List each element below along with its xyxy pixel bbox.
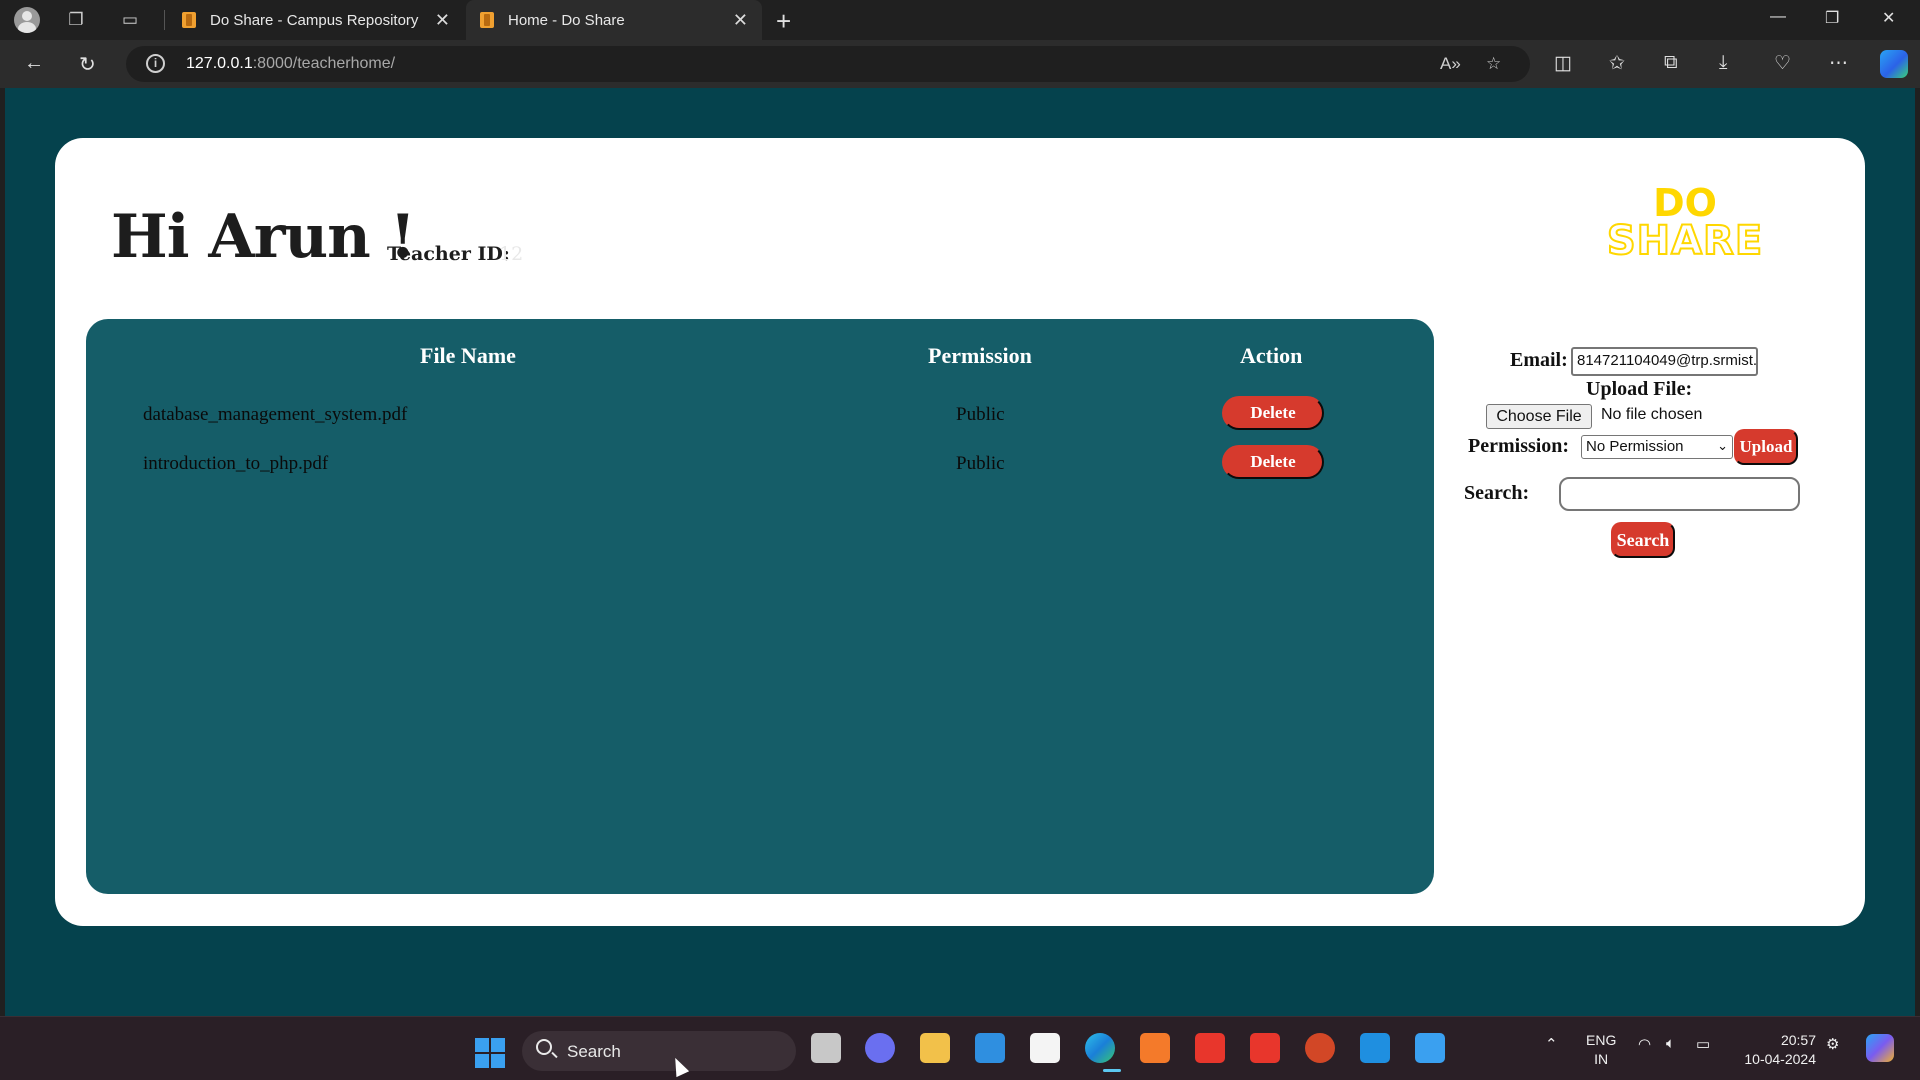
search-icon — [536, 1039, 552, 1055]
url-text[interactable]: 127.0.0.1:8000/teacherhome/ — [186, 55, 395, 73]
search-label: Search: — [1464, 482, 1530, 504]
task-view-icon[interactable] — [811, 1033, 841, 1063]
microsoft-store-icon[interactable] — [1030, 1033, 1060, 1063]
copilot-taskbar-icon[interactable] — [1866, 1034, 1894, 1062]
browser-essentials-icon[interactable]: ♡ — [1774, 52, 1791, 75]
page-title: Hi Arun ! — [111, 202, 416, 272]
collections-icon[interactable]: ⧉ — [1664, 52, 1678, 74]
split-screen-icon[interactable]: ◫ — [1554, 52, 1572, 75]
paint-icon[interactable] — [1415, 1033, 1445, 1063]
permission-cell: Public — [956, 453, 1005, 474]
restore-icon[interactable]: ❐ — [1825, 8, 1839, 28]
file-name-cell: database_management_system.pdf — [143, 404, 408, 425]
main-card: Hi Arun ! Teacher ID: 12 DO SHARE File N… — [55, 138, 1865, 926]
copilot-icon[interactable] — [1880, 50, 1908, 78]
xampp-icon[interactable] — [1140, 1033, 1170, 1063]
email-field[interactable]: 814721104049@trp.srmist.edu.in — [1571, 347, 1758, 376]
language-code: ENG — [1586, 1032, 1617, 1048]
site-favicon-icon — [480, 12, 494, 28]
upload-button[interactable]: Upload — [1734, 429, 1798, 465]
permission-cell: Public — [956, 404, 1005, 425]
mail-icon[interactable] — [975, 1033, 1005, 1063]
tab-do-share-campus-repository[interactable]: Do Share - Campus Repository ✕ — [168, 0, 464, 40]
teacher-id-label: Teacher ID: — [387, 243, 510, 265]
file-name-cell: introduction_to_php.pdf — [143, 453, 329, 474]
active-app-indicator — [1103, 1069, 1121, 1072]
taskbar-search-box[interactable]: Search — [522, 1031, 796, 1071]
close-tab-icon[interactable]: ✕ — [435, 10, 450, 31]
edge-browser-icon[interactable] — [1085, 1033, 1115, 1063]
permission-label: Permission: — [1468, 435, 1570, 457]
upload-file-label: Upload File: — [1586, 378, 1693, 400]
refresh-icon[interactable]: ↻ — [79, 52, 96, 77]
close-tab-icon[interactable]: ✕ — [733, 10, 748, 31]
read-aloud-icon[interactable]: A» — [1440, 54, 1461, 74]
minimize-icon[interactable]: — — [1770, 8, 1786, 26]
choose-file-button[interactable]: Choose File — [1486, 404, 1592, 429]
volume-icon[interactable]: 🔈︎ — [1666, 1035, 1675, 1052]
close-window-icon[interactable]: ✕ — [1882, 8, 1895, 28]
back-arrow-icon[interactable]: ← — [24, 52, 44, 75]
tab-separator — [164, 10, 165, 30]
system-clock[interactable]: 20:57 10-04-2024 — [1736, 1031, 1816, 1069]
email-label: Email: — [1510, 349, 1568, 371]
do-share-logo: DO SHARE — [1605, 181, 1765, 264]
logo-share: SHARE — [1606, 218, 1764, 264]
search-input[interactable] — [1559, 477, 1800, 511]
start-windows-icon[interactable] — [475, 1038, 505, 1068]
wifi-icon[interactable]: ◠ — [1638, 1035, 1651, 1053]
teacher-id-value: 12 — [499, 243, 524, 265]
chevron-down-icon: ⌄ — [1717, 438, 1728, 453]
tab-home-do-share[interactable]: Home - Do Share ✕ — [466, 0, 762, 40]
notifications-icon[interactable]: ⚙ — [1826, 1035, 1839, 1053]
taskbar-search-label: Search — [567, 1042, 621, 1061]
favorite-star-icon[interactable]: ☆ — [1486, 54, 1501, 74]
workspaces-icon[interactable]: ❐ — [64, 8, 88, 32]
anydesk-icon[interactable] — [1250, 1033, 1280, 1063]
downloads-icon[interactable]: ⤓ — [1719, 52, 1727, 74]
site-info-icon[interactable]: i — [146, 54, 165, 73]
delete-button[interactable]: Delete — [1222, 396, 1324, 430]
permission-select[interactable]: No Permission ⌄ — [1581, 435, 1733, 459]
clock-time: 20:57 — [1780, 1032, 1816, 1048]
browser-tab-bar: ❐ ▭ Do Share - Campus Repository ✕ Home … — [0, 0, 1920, 40]
file-table-panel: File Name Permission Action database_man… — [86, 319, 1434, 894]
no-file-chosen-text: No file chosen — [1601, 406, 1703, 423]
table-row: introduction_to_php.pdf Public Delete — [86, 445, 1434, 485]
site-favicon-icon — [182, 12, 196, 28]
new-tab-icon[interactable]: + — [776, 6, 791, 37]
vscode-icon[interactable] — [1360, 1033, 1390, 1063]
tab-title: Home - Do Share — [508, 11, 625, 29]
header-file-name: File Name — [420, 343, 516, 368]
more-options-icon[interactable]: ⋯ — [1829, 52, 1848, 75]
battery-icon[interactable]: ▭ — [1696, 1035, 1710, 1053]
table-row: database_management_system.pdf Public De… — [86, 396, 1434, 436]
region-code: IN — [1594, 1051, 1609, 1067]
delete-button[interactable]: Delete — [1222, 445, 1324, 479]
logo-do: DO — [1653, 181, 1717, 225]
anydesk-icon[interactable] — [1195, 1033, 1225, 1063]
favorites-icon[interactable]: ✩ — [1609, 52, 1625, 75]
teams-chat-icon[interactable] — [865, 1033, 895, 1063]
url-field[interactable]: i 127.0.0.1:8000/teacherhome/ A» ☆ — [126, 46, 1530, 82]
profile-avatar-icon[interactable] — [14, 7, 40, 33]
tab-title: Do Share - Campus Repository — [210, 11, 419, 29]
show-hidden-icons-chevron-icon[interactable]: ⌃ — [1545, 1035, 1558, 1053]
page-viewport: Hi Arun ! Teacher ID: 12 DO SHARE File N… — [5, 88, 1915, 1016]
language-indicator[interactable]: ENG IN — [1586, 1031, 1616, 1069]
browser-address-bar: ← ↻ i 127.0.0.1:8000/teacherhome/ A» ☆ ◫… — [0, 40, 1920, 88]
tab-actions-icon[interactable]: ▭ — [118, 8, 142, 32]
clock-date: 10-04-2024 — [1744, 1051, 1816, 1067]
header-action: Action — [1240, 343, 1303, 368]
header-permission: Permission — [928, 343, 1032, 368]
windows-taskbar: Search ⌃ ENG IN ◠ 🔈︎ ▭ 20:57 10-04-2024 … — [0, 1016, 1920, 1080]
search-button[interactable]: Search — [1611, 522, 1675, 558]
powerpoint-icon[interactable] — [1305, 1033, 1335, 1063]
permission-selected-value: No Permission — [1586, 438, 1684, 455]
file-explorer-icon[interactable] — [920, 1033, 950, 1063]
